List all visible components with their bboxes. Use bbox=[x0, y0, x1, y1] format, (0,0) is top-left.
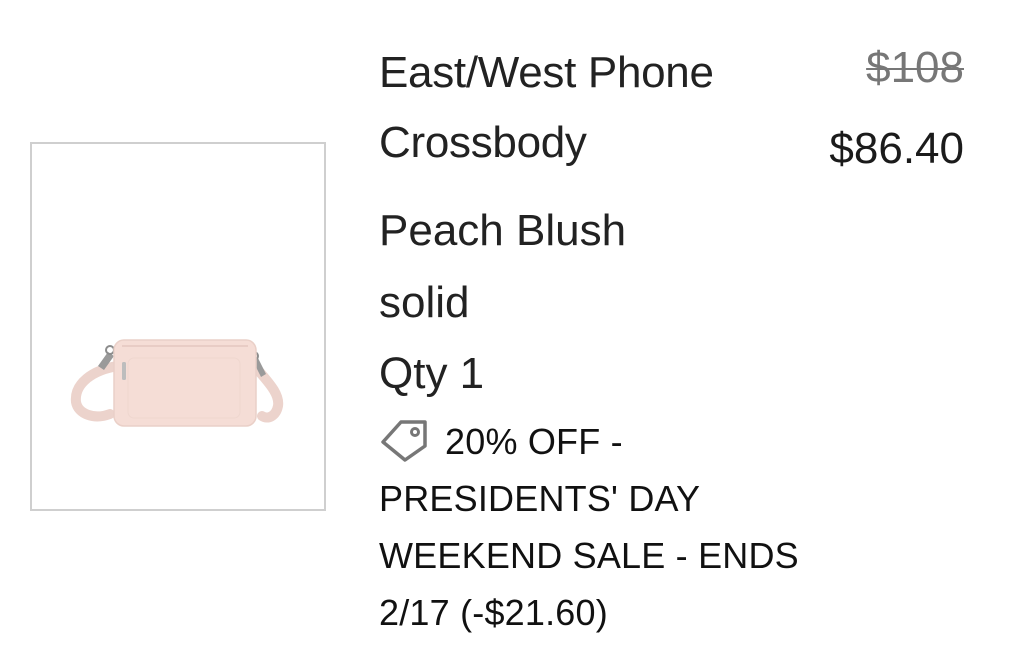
product-thumbnail[interactable] bbox=[30, 142, 326, 511]
crossbody-bag-image bbox=[70, 339, 284, 427]
original-price: $108 bbox=[866, 43, 964, 92]
product-quantity: Qty 1 bbox=[379, 349, 485, 398]
product-name[interactable]: East/West Phone Crossbody bbox=[379, 38, 779, 178]
promotion-notice: 20% OFF - PRESIDENTS' DAY WEEKEND SALE -… bbox=[379, 413, 799, 641]
product-color: Peach Blush bbox=[379, 206, 627, 255]
promotion-text: 20% OFF - PRESIDENTS' DAY WEEKEND SALE -… bbox=[379, 421, 799, 633]
price-tag-icon bbox=[379, 418, 431, 462]
sale-price: $86.40 bbox=[829, 124, 964, 173]
product-pattern: solid bbox=[379, 278, 470, 327]
